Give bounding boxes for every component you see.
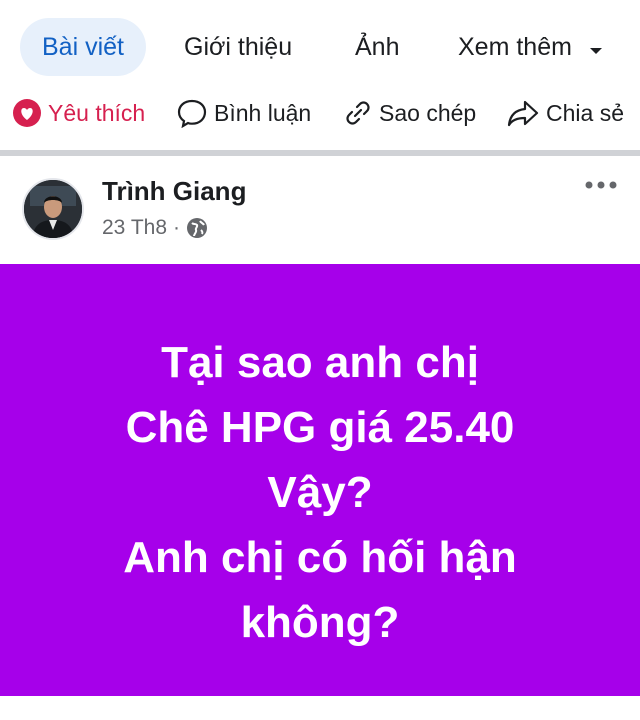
tab-about[interactable]: Giới thiệu bbox=[184, 18, 292, 76]
post-line: Tại sao anh chị bbox=[161, 338, 479, 387]
post-line: Anh chị có hối hận bbox=[123, 533, 517, 582]
profile-tabs: Bài viết Giới thiệu Ảnh Xem thêm bbox=[0, 0, 640, 92]
comment-button[interactable]: Bình luận bbox=[176, 92, 311, 134]
copy-link-button[interactable]: Sao chép bbox=[343, 92, 476, 134]
caret-down-icon bbox=[589, 19, 603, 77]
post-header: Trình Giang 23 Th8 · bbox=[0, 156, 640, 264]
link-icon bbox=[346, 101, 370, 125]
comment-icon bbox=[177, 99, 207, 128]
comment-label: Bình luận bbox=[214, 99, 312, 126]
like-button[interactable]: Yêu thích bbox=[12, 92, 145, 134]
post-date[interactable]: 23 Th8 bbox=[102, 216, 167, 240]
post-content[interactable]: Tại sao anh chị Chê HPG giá 25.40 Vậy? A… bbox=[0, 264, 640, 696]
author-name[interactable]: Trình Giang bbox=[102, 176, 246, 207]
tab-more-label: Xem thêm bbox=[458, 33, 572, 61]
post-footer-strip bbox=[0, 696, 640, 720]
copy-label: Sao chép bbox=[379, 99, 477, 126]
post-meta: 23 Th8 · bbox=[102, 216, 208, 240]
share-label: Chia sẻ bbox=[546, 99, 624, 126]
globe-icon bbox=[187, 218, 207, 238]
avatar[interactable] bbox=[22, 178, 84, 240]
meta-separator: · bbox=[173, 216, 180, 239]
tab-more[interactable]: Xem thêm bbox=[458, 18, 603, 76]
post-action-bar: Yêu thích Bình luận Sao chép Chia sẻ bbox=[0, 92, 640, 150]
post-line: Chê HPG giá 25.40 bbox=[125, 403, 515, 452]
tab-photos[interactable]: Ảnh bbox=[355, 18, 399, 76]
tab-posts[interactable]: Bài viết bbox=[20, 18, 146, 76]
post-line: Vậy? bbox=[267, 468, 373, 517]
post-text: Tại sao anh chị Chê HPG giá 25.40 Vậy? A… bbox=[0, 330, 640, 655]
share-button[interactable]: Chia sẻ bbox=[506, 92, 624, 134]
like-label: Yêu thích bbox=[48, 99, 146, 126]
more-options-icon[interactable] bbox=[584, 178, 618, 192]
share-icon bbox=[507, 100, 539, 127]
heart-icon bbox=[13, 99, 41, 127]
post-line: không? bbox=[240, 598, 400, 647]
